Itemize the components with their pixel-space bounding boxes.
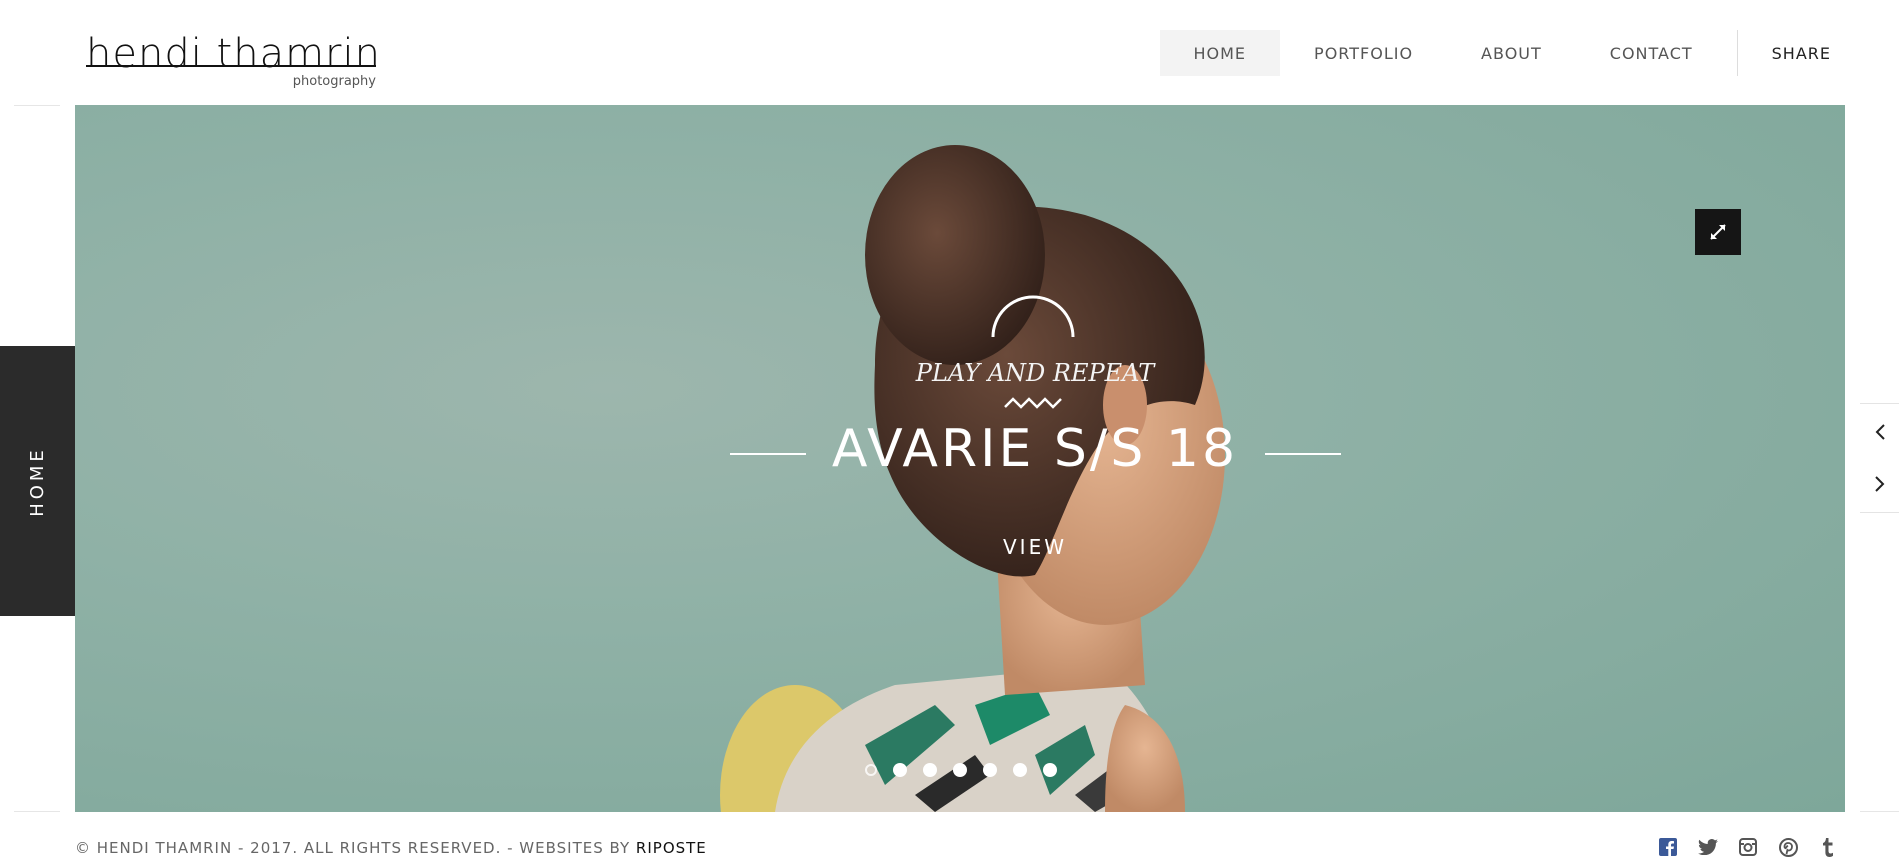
chevron-left-icon	[1875, 424, 1885, 440]
divider-left-top	[14, 105, 60, 106]
zigzag-icon	[1004, 397, 1062, 409]
slider-arrows	[1860, 403, 1899, 513]
fullscreen-button[interactable]	[1695, 209, 1741, 255]
nav-portfolio[interactable]: PORTFOLIO	[1280, 30, 1447, 76]
chevron-right-icon	[1874, 476, 1884, 492]
arc-icon	[991, 295, 1075, 338]
slide-subtitle: PLAY AND REPEAT	[915, 359, 1155, 387]
slide-dot-4[interactable]	[953, 763, 967, 777]
facebook-icon	[1659, 838, 1677, 856]
main-nav: HOME PORTFOLIO ABOUT CONTACT SHARE	[1159, 30, 1899, 76]
view-link[interactable]: VIEW	[655, 535, 1415, 559]
pinterest-icon	[1778, 837, 1798, 857]
nav-home[interactable]: HOME	[1159, 30, 1281, 76]
riposte-link[interactable]: RIPOSTE	[636, 839, 707, 857]
slide-dot-1[interactable]	[865, 764, 877, 776]
expand-icon	[1710, 224, 1726, 240]
logo-subtitle: photography	[292, 74, 376, 89]
arrow-divider-top	[1860, 403, 1899, 404]
instagram-link[interactable]	[1737, 836, 1759, 858]
nav-about[interactable]: ABOUT	[1447, 30, 1576, 76]
hero-slider: PLAY AND REPEAT AVARIE S/S 18 VIEW	[75, 105, 1845, 812]
next-slide-button[interactable]	[1860, 458, 1899, 510]
slide-dot-7[interactable]	[1043, 763, 1057, 777]
twitter-icon	[1698, 839, 1718, 855]
title-line-right	[1265, 453, 1341, 455]
twitter-link[interactable]	[1697, 836, 1719, 858]
slide-caption: PLAY AND REPEAT AVARIE S/S 18 VIEW	[655, 295, 1415, 559]
share-button[interactable]: SHARE	[1738, 30, 1899, 76]
copyright-prefix: © HENDI THAMRIN - 2017. ALL RIGHTS RESER…	[75, 839, 636, 857]
slide-dot-3[interactable]	[923, 763, 937, 777]
slide-dot-2[interactable]	[893, 763, 907, 777]
facebook-link[interactable]	[1657, 836, 1679, 858]
arrow-divider-bottom	[1860, 512, 1899, 513]
site-logo[interactable]: hendi thamrin photography	[86, 34, 386, 96]
site-header: hendi thamrin photography HOME PORTFOLIO…	[0, 0, 1899, 105]
slide-dot-5[interactable]	[983, 763, 997, 777]
pinterest-link[interactable]	[1777, 836, 1799, 858]
site-footer: © HENDI THAMRIN - 2017. ALL RIGHTS RESER…	[0, 812, 1899, 866]
side-tab-label: HOME	[26, 445, 48, 517]
side-section-tab[interactable]: HOME	[0, 346, 75, 616]
logo-rule	[86, 65, 376, 67]
slide-dot-6[interactable]	[1013, 763, 1027, 777]
slide-title-row: AVARIE S/S 18	[655, 415, 1415, 485]
nav-contact[interactable]: CONTACT	[1576, 30, 1727, 76]
slide-pagination	[865, 763, 1057, 777]
social-links	[1657, 836, 1839, 858]
tumblr-link[interactable]	[1817, 836, 1839, 858]
prev-slide-button[interactable]	[1860, 406, 1899, 458]
instagram-icon	[1739, 838, 1757, 856]
copyright-text: © HENDI THAMRIN - 2017. ALL RIGHTS RESER…	[75, 839, 707, 857]
slide-title: AVARIE S/S 18	[831, 419, 1239, 479]
logo-name: hendi thamrin	[86, 31, 381, 77]
tumblr-icon	[1823, 837, 1833, 857]
